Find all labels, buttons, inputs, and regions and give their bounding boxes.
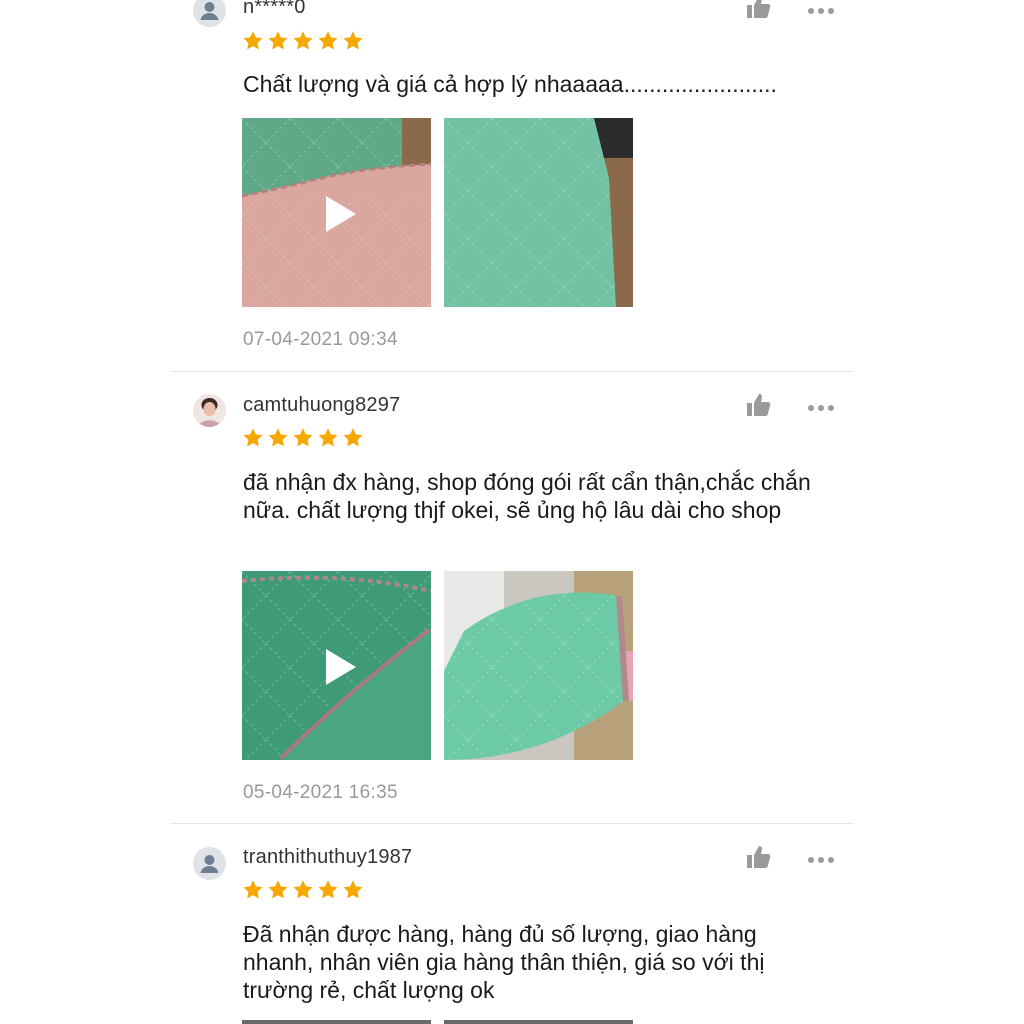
video-thumbnail[interactable] bbox=[242, 118, 431, 307]
user-avatar-icon[interactable] bbox=[193, 0, 226, 27]
thumbs-up-icon[interactable] bbox=[745, 0, 771, 20]
image-thumbnail[interactable] bbox=[444, 571, 633, 760]
star-icon bbox=[292, 879, 314, 901]
review-media bbox=[242, 1020, 633, 1024]
review-media bbox=[242, 571, 633, 760]
more-options-icon[interactable] bbox=[806, 400, 836, 410]
play-icon bbox=[326, 196, 356, 232]
star-icon bbox=[317, 879, 339, 901]
reviewer-username[interactable]: n*****0 bbox=[243, 0, 306, 19]
star-icon bbox=[342, 427, 364, 449]
play-icon bbox=[326, 649, 356, 685]
star-icon bbox=[267, 427, 289, 449]
review-timestamp: 07-04-2021 09:34 bbox=[243, 329, 398, 350]
star-icon bbox=[342, 30, 364, 52]
review-media bbox=[242, 118, 633, 307]
review-comment: đã nhận đx hàng, shop đóng gói rất cẩn t… bbox=[243, 469, 811, 523]
star-icon bbox=[317, 427, 339, 449]
star-icon bbox=[242, 427, 264, 449]
more-options-icon[interactable] bbox=[806, 852, 836, 862]
star-icon bbox=[267, 30, 289, 52]
user-avatar-icon[interactable] bbox=[193, 847, 226, 880]
star-icon bbox=[342, 879, 364, 901]
more-options-icon[interactable] bbox=[806, 3, 836, 13]
review-timestamp: 05-04-2021 16:35 bbox=[243, 782, 398, 803]
star-rating bbox=[242, 879, 364, 901]
reviewer-username[interactable]: tranthithuthuy1987 bbox=[243, 846, 412, 869]
review-comment: Chất lượng và giá cả hợp lý nhaaaaa.....… bbox=[243, 71, 777, 97]
review-comment: Đã nhận được hàng, hàng đủ số lượng, gia… bbox=[243, 921, 765, 1003]
review-divider bbox=[170, 823, 854, 824]
star-icon bbox=[267, 879, 289, 901]
star-icon bbox=[292, 427, 314, 449]
thumbs-up-icon[interactable] bbox=[745, 392, 771, 418]
star-rating bbox=[242, 30, 364, 52]
user-avatar-photo[interactable] bbox=[193, 394, 226, 427]
star-icon bbox=[292, 30, 314, 52]
star-icon bbox=[242, 879, 264, 901]
star-rating bbox=[242, 427, 364, 449]
image-thumbnail[interactable] bbox=[444, 118, 633, 307]
video-thumbnail[interactable] bbox=[242, 571, 431, 760]
star-icon bbox=[242, 30, 264, 52]
review-divider bbox=[170, 371, 854, 372]
star-icon bbox=[317, 30, 339, 52]
thumbs-up-icon[interactable] bbox=[745, 844, 771, 870]
image-thumbnail[interactable] bbox=[444, 1020, 633, 1024]
reviewer-username[interactable]: camtuhuong8297 bbox=[243, 394, 400, 417]
image-thumbnail[interactable] bbox=[242, 1020, 431, 1024]
